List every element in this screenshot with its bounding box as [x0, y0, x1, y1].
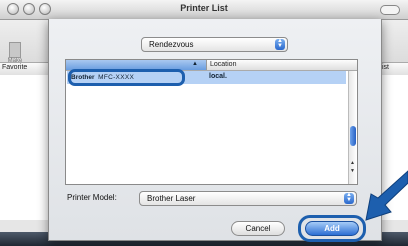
- printer-list-window: Printer List Make Favorite ist Rendezvou…: [0, 0, 408, 246]
- pointer-arrow-icon: [365, 170, 408, 221]
